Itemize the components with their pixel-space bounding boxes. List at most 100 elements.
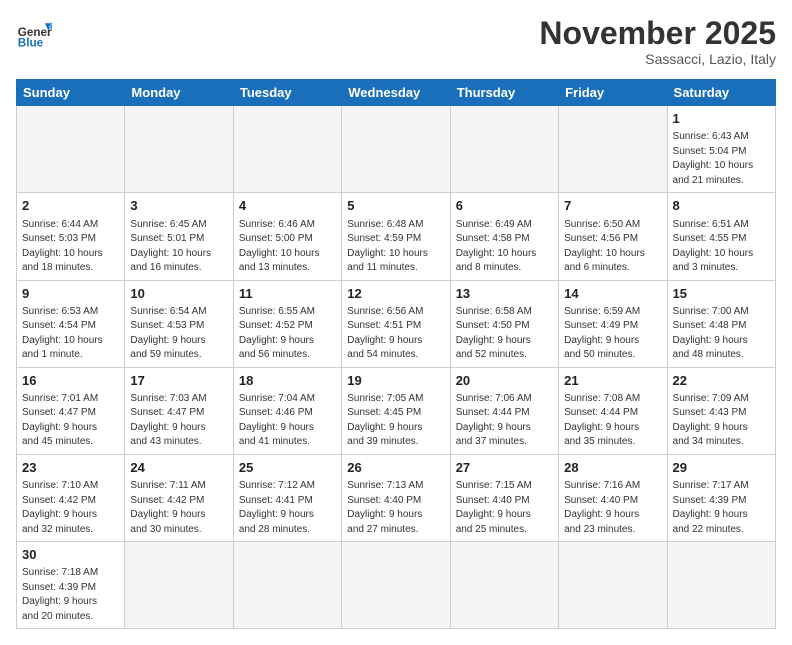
day-number: 8 bbox=[673, 197, 770, 215]
calendar-day bbox=[17, 106, 125, 193]
day-info: Sunrise: 6:49 AM Sunset: 4:58 PM Dayligh… bbox=[456, 218, 553, 276]
logo: General Blue bbox=[16, 16, 52, 52]
day-info: Sunrise: 6:56 AM Sunset: 4:51 PM Dayligh… bbox=[347, 305, 444, 363]
calendar-week-6: 30 Sunrise: 7:18 AM Sunset: 4:39 PM Dayli… bbox=[17, 542, 776, 629]
calendar-day: 1 Sunrise: 6:43 AM Sunset: 5:04 PM Daylig… bbox=[667, 106, 775, 193]
calendar-day: 17 Sunrise: 7:03 AM Sunset: 4:47 PM Dayli… bbox=[125, 367, 233, 454]
calendar-day bbox=[559, 106, 667, 193]
calendar-day: 22 Sunrise: 7:09 AM Sunset: 4:43 PM Dayli… bbox=[667, 367, 775, 454]
calendar-day: 25Sunrise: 7:12 AM Sunset: 4:41 PM Dayli… bbox=[233, 454, 341, 541]
day-info: Sunrise: 7:03 AM Sunset: 4:47 PM Dayligh… bbox=[130, 392, 227, 450]
day-number: 6 bbox=[456, 197, 553, 215]
calendar-day bbox=[450, 542, 558, 629]
calendar-day: 13 Sunrise: 6:58 AM Sunset: 4:50 PM Dayli… bbox=[450, 280, 558, 367]
weekday-header-sunday: Sunday bbox=[17, 80, 125, 106]
title-block: November 2025 Sassacci, Lazio, Italy bbox=[539, 16, 776, 67]
calendar-day: 20 Sunrise: 7:06 AM Sunset: 4:44 PM Dayli… bbox=[450, 367, 558, 454]
day-number: 14 bbox=[564, 285, 661, 303]
weekday-header-wednesday: Wednesday bbox=[342, 80, 450, 106]
day-number: 21 bbox=[564, 372, 661, 390]
calendar-day bbox=[559, 542, 667, 629]
calendar-day bbox=[233, 542, 341, 629]
day-info: Sunrise: 7:16 AM Sunset: 4:40 PM Dayligh… bbox=[564, 479, 661, 537]
month-title: November 2025 bbox=[539, 16, 776, 51]
calendar-day bbox=[342, 542, 450, 629]
day-number: 23 bbox=[22, 459, 119, 477]
calendar-day: 29 Sunrise: 7:17 AM Sunset: 4:39 PM Dayli… bbox=[667, 454, 775, 541]
day-number: 28 bbox=[564, 459, 661, 477]
day-number: 3 bbox=[130, 197, 227, 215]
calendar-day: 21Sunrise: 7:08 AM Sunset: 4:44 PM Dayli… bbox=[559, 367, 667, 454]
day-number: 10 bbox=[130, 285, 227, 303]
weekday-header-row: SundayMondayTuesdayWednesdayThursdayFrid… bbox=[17, 80, 776, 106]
calendar-day: 26Sunrise: 7:13 AM Sunset: 4:40 PM Dayli… bbox=[342, 454, 450, 541]
calendar-day bbox=[342, 106, 450, 193]
day-number: 30 bbox=[22, 546, 119, 564]
day-number: 22 bbox=[673, 372, 770, 390]
weekday-header-friday: Friday bbox=[559, 80, 667, 106]
calendar-day bbox=[233, 106, 341, 193]
day-number: 16 bbox=[22, 372, 119, 390]
day-info: Sunrise: 7:09 AM Sunset: 4:43 PM Dayligh… bbox=[673, 392, 770, 450]
day-number: 9 bbox=[22, 285, 119, 303]
day-info: Sunrise: 7:17 AM Sunset: 4:39 PM Dayligh… bbox=[673, 479, 770, 537]
calendar-day: 30 Sunrise: 7:18 AM Sunset: 4:39 PM Dayli… bbox=[17, 542, 125, 629]
day-info: Sunrise: 7:15 AM Sunset: 4:40 PM Dayligh… bbox=[456, 479, 553, 537]
location-subtitle: Sassacci, Lazio, Italy bbox=[539, 51, 776, 67]
calendar-week-5: 23 Sunrise: 7:10 AM Sunset: 4:42 PM Dayli… bbox=[17, 454, 776, 541]
calendar-day: 6 Sunrise: 6:49 AM Sunset: 4:58 PM Daylig… bbox=[450, 193, 558, 280]
day-number: 13 bbox=[456, 285, 553, 303]
calendar-day: 18 Sunrise: 7:04 AM Sunset: 4:46 PM Dayli… bbox=[233, 367, 341, 454]
day-info: Sunrise: 7:11 AM Sunset: 4:42 PM Dayligh… bbox=[130, 479, 227, 537]
day-info: Sunrise: 7:12 AM Sunset: 4:41 PM Dayligh… bbox=[239, 479, 336, 537]
day-info: Sunrise: 6:58 AM Sunset: 4:50 PM Dayligh… bbox=[456, 305, 553, 363]
day-info: Sunrise: 6:55 AM Sunset: 4:52 PM Dayligh… bbox=[239, 305, 336, 363]
calendar-week-2: 2Sunrise: 6:44 AM Sunset: 5:03 PM Daylig… bbox=[17, 193, 776, 280]
day-number: 29 bbox=[673, 459, 770, 477]
day-info: Sunrise: 6:45 AM Sunset: 5:01 PM Dayligh… bbox=[130, 218, 227, 276]
calendar-day bbox=[450, 106, 558, 193]
calendar-day: 2Sunrise: 6:44 AM Sunset: 5:03 PM Daylig… bbox=[17, 193, 125, 280]
calendar-day: 19Sunrise: 7:05 AM Sunset: 4:45 PM Dayli… bbox=[342, 367, 450, 454]
day-number: 5 bbox=[347, 197, 444, 215]
svg-text:Blue: Blue bbox=[18, 37, 44, 50]
day-info: Sunrise: 6:50 AM Sunset: 4:56 PM Dayligh… bbox=[564, 218, 661, 276]
day-info: Sunrise: 6:48 AM Sunset: 4:59 PM Dayligh… bbox=[347, 218, 444, 276]
calendar-day: 3 Sunrise: 6:45 AM Sunset: 5:01 PM Daylig… bbox=[125, 193, 233, 280]
day-info: Sunrise: 6:43 AM Sunset: 5:04 PM Dayligh… bbox=[673, 130, 770, 188]
day-info: Sunrise: 6:51 AM Sunset: 4:55 PM Dayligh… bbox=[673, 218, 770, 276]
day-number: 15 bbox=[673, 285, 770, 303]
calendar-day: 14Sunrise: 6:59 AM Sunset: 4:49 PM Dayli… bbox=[559, 280, 667, 367]
day-number: 20 bbox=[456, 372, 553, 390]
calendar-week-3: 9 Sunrise: 6:53 AM Sunset: 4:54 PM Daylig… bbox=[17, 280, 776, 367]
day-info: Sunrise: 7:06 AM Sunset: 4:44 PM Dayligh… bbox=[456, 392, 553, 450]
day-info: Sunrise: 6:46 AM Sunset: 5:00 PM Dayligh… bbox=[239, 218, 336, 276]
day-number: 1 bbox=[673, 110, 770, 128]
calendar-day bbox=[667, 542, 775, 629]
day-number: 17 bbox=[130, 372, 227, 390]
day-info: Sunrise: 7:18 AM Sunset: 4:39 PM Dayligh… bbox=[22, 566, 119, 624]
day-info: Sunrise: 7:05 AM Sunset: 4:45 PM Dayligh… bbox=[347, 392, 444, 450]
calendar-week-4: 16 Sunrise: 7:01 AM Sunset: 4:47 PM Dayli… bbox=[17, 367, 776, 454]
calendar-day bbox=[125, 542, 233, 629]
calendar-day: 8 Sunrise: 6:51 AM Sunset: 4:55 PM Daylig… bbox=[667, 193, 775, 280]
day-info: Sunrise: 6:54 AM Sunset: 4:53 PM Dayligh… bbox=[130, 305, 227, 363]
day-info: Sunrise: 7:00 AM Sunset: 4:48 PM Dayligh… bbox=[673, 305, 770, 363]
calendar-day: 15 Sunrise: 7:00 AM Sunset: 4:48 PM Dayli… bbox=[667, 280, 775, 367]
weekday-header-tuesday: Tuesday bbox=[233, 80, 341, 106]
day-number: 4 bbox=[239, 197, 336, 215]
day-number: 27 bbox=[456, 459, 553, 477]
logo-icon: General Blue bbox=[16, 16, 52, 52]
calendar-day bbox=[125, 106, 233, 193]
calendar-day: 7Sunrise: 6:50 AM Sunset: 4:56 PM Daylig… bbox=[559, 193, 667, 280]
calendar-day: 4 Sunrise: 6:46 AM Sunset: 5:00 PM Daylig… bbox=[233, 193, 341, 280]
day-number: 12 bbox=[347, 285, 444, 303]
day-info: Sunrise: 6:53 AM Sunset: 4:54 PM Dayligh… bbox=[22, 305, 119, 363]
day-info: Sunrise: 7:10 AM Sunset: 4:42 PM Dayligh… bbox=[22, 479, 119, 537]
day-info: Sunrise: 7:01 AM Sunset: 4:47 PM Dayligh… bbox=[22, 392, 119, 450]
calendar-day: 28 Sunrise: 7:16 AM Sunset: 4:40 PM Dayli… bbox=[559, 454, 667, 541]
day-number: 18 bbox=[239, 372, 336, 390]
calendar-day: 10 Sunrise: 6:54 AM Sunset: 4:53 PM Dayli… bbox=[125, 280, 233, 367]
calendar-day: 24Sunrise: 7:11 AM Sunset: 4:42 PM Dayli… bbox=[125, 454, 233, 541]
day-info: Sunrise: 7:04 AM Sunset: 4:46 PM Dayligh… bbox=[239, 392, 336, 450]
